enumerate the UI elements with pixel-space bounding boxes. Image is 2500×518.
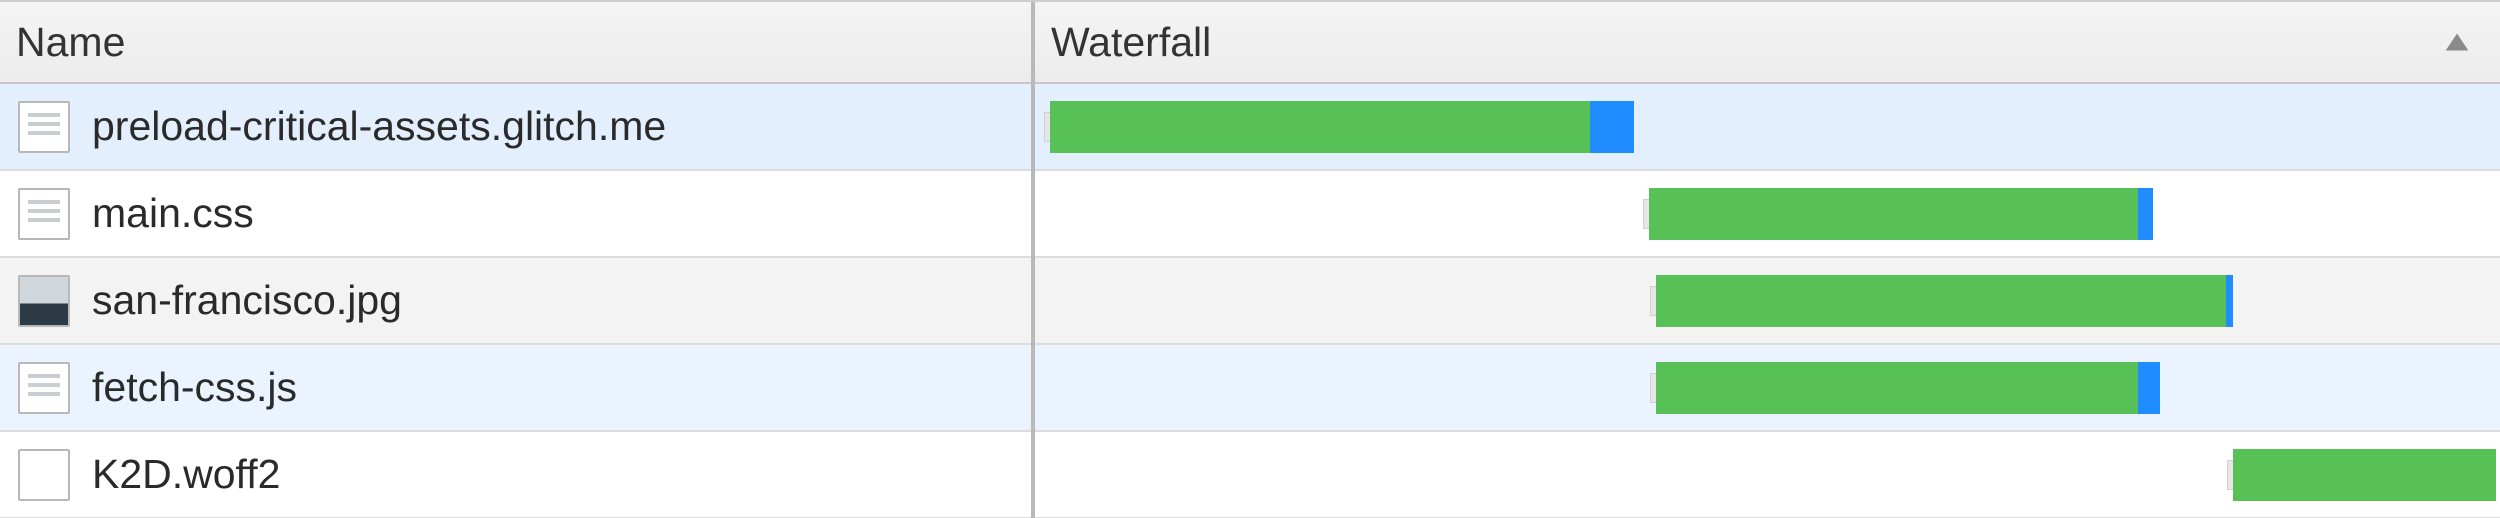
waterfall-row[interactable] [1035,171,2500,258]
waterfall-bar-waiting [2233,449,2496,501]
table-row[interactable]: main.css [0,171,1031,258]
waterfall-bar-waiting [1656,362,2138,414]
column-header-name-label: Name [16,19,125,66]
table-row[interactable]: K2D.woff2 [0,432,1031,518]
waterfall-bar-download [2138,188,2153,240]
name-cell: fetch-css.js [0,362,1031,414]
waterfall-bar-download [2226,275,2233,327]
waterfall-bar-waiting [1050,101,1591,153]
waterfall-bar-download [2138,362,2160,414]
table-row[interactable]: preload-critical-assets.glitch.me [0,84,1031,171]
waterfall-row[interactable] [1035,432,2500,518]
request-name: fetch-css.js [92,364,297,411]
waterfall-bar-download [1590,101,1634,153]
name-cell: san-francisco.jpg [0,275,1031,327]
sort-indicator-icon [2440,25,2474,59]
column-waterfall: Waterfall [1035,2,2500,518]
name-cell: K2D.woff2 [0,449,1031,501]
file-type-font-icon [18,449,70,501]
request-name: preload-critical-assets.glitch.me [92,103,666,150]
waterfall-row[interactable] [1035,258,2500,345]
file-type-doc-icon [18,362,70,414]
table-row[interactable]: fetch-css.js [0,345,1031,432]
name-rows: preload-critical-assets.glitch.me main.c… [0,84,1031,518]
name-cell: main.css [0,188,1031,240]
table-row[interactable]: san-francisco.jpg [0,258,1031,345]
name-cell: preload-critical-assets.glitch.me [0,101,1031,153]
waterfall-bar-waiting [1649,188,2138,240]
file-type-img-icon [18,275,70,327]
waterfall-bar-waiting [1656,275,2226,327]
waterfall-rows [1035,84,2500,518]
column-header-waterfall[interactable]: Waterfall [1035,2,2500,84]
waterfall-row[interactable] [1035,345,2500,432]
request-name: K2D.woff2 [92,451,280,498]
column-name: Name preload-critical-assets.glitch.me m… [0,2,1035,518]
waterfall-row[interactable] [1035,84,2500,171]
request-name: san-francisco.jpg [92,277,402,324]
request-name: main.css [92,190,254,237]
column-header-waterfall-label: Waterfall [1051,19,1211,66]
file-type-doc-icon [18,101,70,153]
column-header-name[interactable]: Name [0,2,1031,84]
file-type-doc-icon [18,188,70,240]
network-panel: Name preload-critical-assets.glitch.me m… [0,0,2500,518]
